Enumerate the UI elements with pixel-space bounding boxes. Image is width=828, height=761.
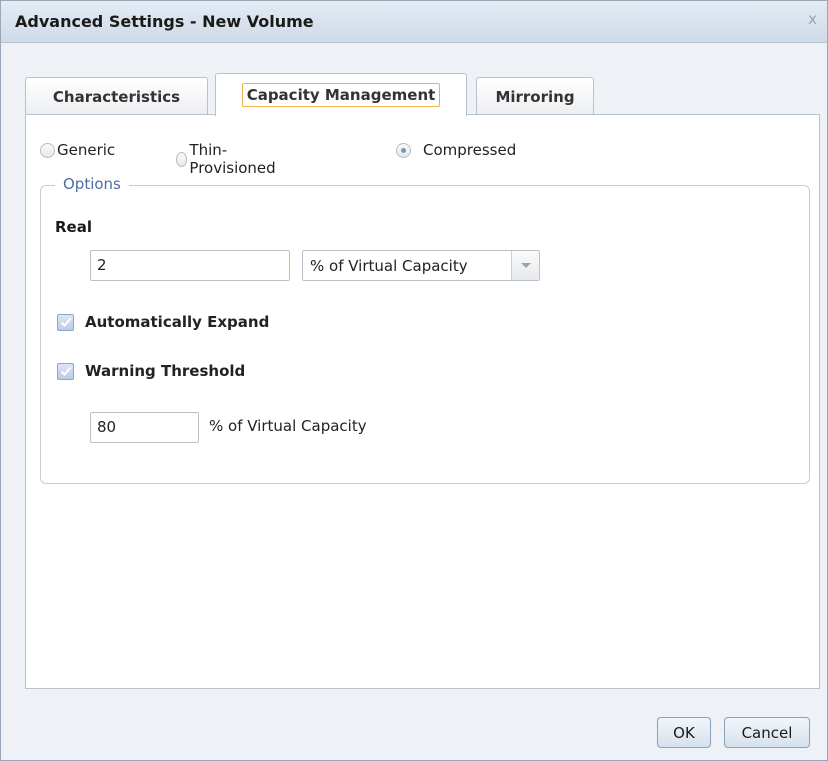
tab-characteristics[interactable]: Characteristics bbox=[25, 77, 208, 115]
warning-threshold-checkbox[interactable]: Warning Threshold bbox=[57, 362, 245, 380]
cancel-button[interactable]: Cancel bbox=[724, 717, 810, 748]
capacity-management-panel: Generic Thin-Provisioned Compressed Opti… bbox=[25, 114, 820, 689]
warning-unit-label: % of Virtual Capacity bbox=[209, 417, 367, 435]
options-legend: Options bbox=[55, 175, 129, 193]
checkmark-icon bbox=[57, 362, 74, 380]
ok-button[interactable]: OK bbox=[657, 717, 711, 748]
tab-label: Characteristics bbox=[52, 87, 181, 106]
real-unit-selected: % of Virtual Capacity bbox=[310, 256, 468, 275]
dialog-footer: OK Cancel bbox=[1, 701, 827, 761]
chevron-down-icon[interactable] bbox=[511, 251, 539, 280]
close-icon[interactable]: x bbox=[808, 10, 817, 28]
radio-circle-icon bbox=[396, 142, 411, 158]
radio-label: Compressed bbox=[423, 141, 517, 159]
radio-compressed[interactable]: Compressed bbox=[396, 141, 516, 159]
checkmark-icon bbox=[57, 313, 74, 331]
radio-thin-provisioned[interactable]: Thin-Provisioned bbox=[176, 141, 279, 177]
advanced-settings-dialog: Advanced Settings - New Volume x Charact… bbox=[0, 0, 828, 761]
radio-label: Generic bbox=[57, 141, 116, 159]
options-fieldset: Options Real 2 % of Virtual Capacity Aut… bbox=[40, 175, 810, 484]
radio-generic[interactable]: Generic bbox=[40, 141, 115, 159]
radio-label: Thin-Provisioned bbox=[189, 141, 276, 177]
dialog-title: Advanced Settings - New Volume bbox=[15, 12, 314, 31]
radio-circle-icon bbox=[40, 142, 55, 158]
auto-expand-label: Automatically Expand bbox=[85, 313, 270, 331]
tab-label: Mirroring bbox=[495, 87, 575, 106]
tab-capacity-management[interactable]: Capacity Management bbox=[215, 73, 467, 116]
tab-label: Capacity Management bbox=[241, 83, 441, 107]
warning-threshold-input[interactable]: 80 bbox=[90, 412, 199, 443]
dialog-titlebar[interactable]: Advanced Settings - New Volume x bbox=[1, 1, 827, 43]
auto-expand-checkbox[interactable]: Automatically Expand bbox=[57, 313, 269, 331]
warning-threshold-label: Warning Threshold bbox=[85, 362, 246, 380]
tab-mirroring[interactable]: Mirroring bbox=[476, 77, 594, 115]
real-label: Real bbox=[55, 218, 92, 236]
real-unit-select[interactable]: % of Virtual Capacity bbox=[302, 250, 540, 281]
radio-circle-icon bbox=[176, 151, 188, 167]
real-capacity-input[interactable]: 2 bbox=[90, 250, 290, 281]
